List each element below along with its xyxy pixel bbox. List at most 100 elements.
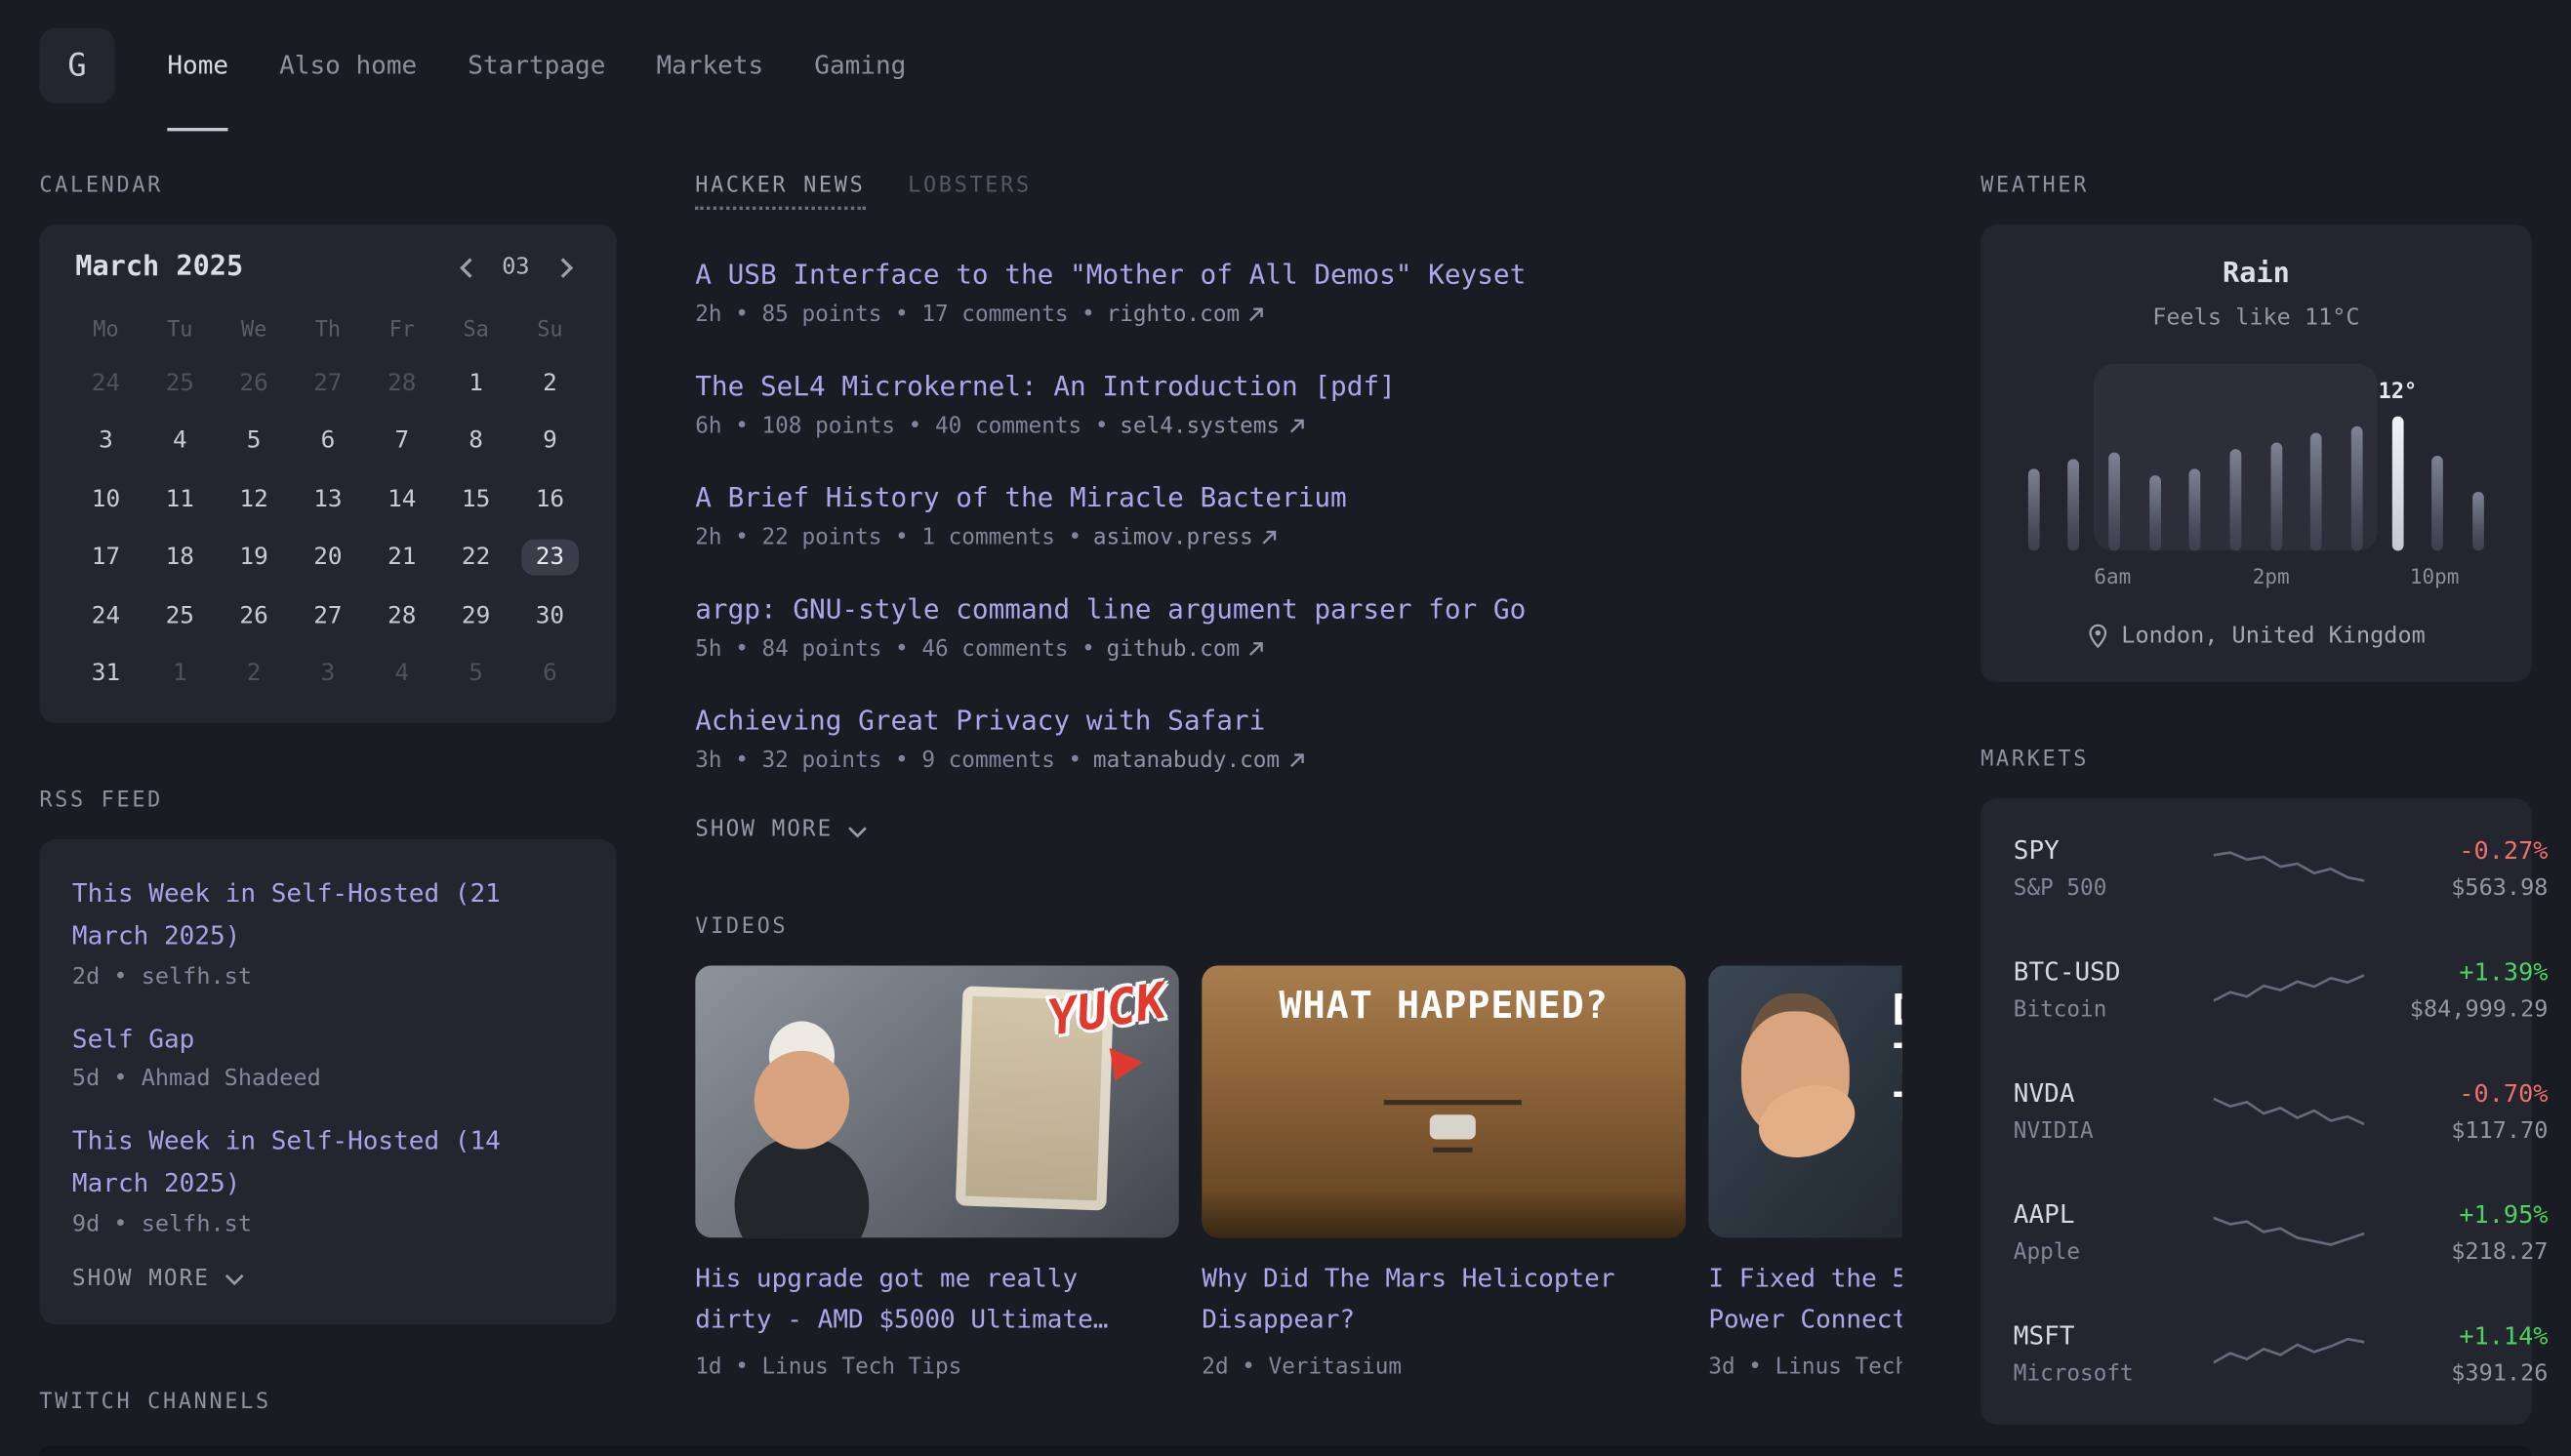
- news-item-domain[interactable]: sel4.systems: [1120, 413, 1304, 439]
- market-ticker[interactable]: NVDA: [2014, 1078, 2214, 1108]
- nav-link[interactable]: Home: [167, 0, 228, 131]
- calendar-day: 27: [291, 586, 365, 645]
- market-ticker[interactable]: BTC-USD: [2014, 957, 2214, 987]
- news-item: argp: GNU-style command line argument pa…: [695, 593, 1901, 663]
- news-item-title[interactable]: Achieving Great Privacy with Safari: [695, 705, 1901, 736]
- external-link-icon: [1261, 530, 1278, 546]
- market-change: -0.70%: [2364, 1078, 2548, 1108]
- news-item-domain[interactable]: matanabudy.com: [1093, 748, 1304, 774]
- market-symbol-block: MSFT Microsoft: [2014, 1321, 2214, 1387]
- calendar-day: 17: [69, 529, 143, 587]
- thumbnail-figure: [1202, 1192, 1686, 1237]
- weather-bar: [2014, 371, 2054, 551]
- news-item-title[interactable]: A Brief History of the Miracle Bacterium: [695, 482, 1901, 513]
- calendar-day: 15: [439, 470, 513, 529]
- video-thumbnail[interactable]: YUCK: [695, 965, 1179, 1237]
- weekday-label: Tu: [143, 306, 217, 354]
- market-ticker[interactable]: MSFT: [2014, 1321, 2214, 1351]
- rss-show-more-button[interactable]: SHOW MORE: [72, 1265, 584, 1291]
- rss-item-title[interactable]: This Week in Self-Hosted (21 March 2025): [72, 872, 531, 959]
- video-title[interactable]: Why Did The Mars Helicopter Disappear?: [1202, 1259, 1686, 1340]
- weekday-label: Su: [513, 306, 588, 354]
- bottom-widget-edge: [39, 1446, 2531, 1456]
- calendar-month-number: 03: [502, 254, 529, 280]
- news-show-more-button[interactable]: SHOW MORE: [695, 817, 1901, 843]
- market-values: -0.70% $117.70: [2364, 1078, 2548, 1144]
- weather-bar-fill: [2472, 492, 2484, 550]
- news-item-title[interactable]: A USB Interface to the "Mother of All De…: [695, 259, 1901, 290]
- news-item-domain[interactable]: righto.com: [1107, 302, 1265, 328]
- rss-list: This Week in Self-Hosted (21 March 2025)…: [72, 872, 584, 1237]
- news-item-meta: 6h • 108 points • 40 comments •: [695, 413, 1108, 439]
- news-item-domain-text: matanabudy.com: [1093, 748, 1280, 774]
- market-values: +1.39% $84,999.29: [2364, 957, 2548, 1023]
- news-item-meta-row: 5h • 84 points • 46 comments • github.co…: [695, 636, 1901, 663]
- thumbnail-text: DO TH T: [1892, 989, 1901, 1136]
- chevron-down-icon: [847, 826, 867, 837]
- calendar-day: 16: [513, 470, 588, 529]
- location-pin-icon: [2087, 623, 2108, 649]
- news-list: A USB Interface to the "Mother of All De…: [695, 259, 1901, 773]
- nav-link[interactable]: Also home: [279, 0, 417, 131]
- calendar-day: 25: [143, 354, 217, 413]
- rss-item-meta: 2d • selfh.st: [72, 963, 584, 990]
- video-thumbnail[interactable]: WHAT HAPPENED?: [1202, 965, 1686, 1237]
- weekday-label: Fr: [365, 306, 439, 354]
- calendar-day: 7: [365, 412, 439, 470]
- videos-section-title: VIDEOS: [695, 914, 1901, 939]
- news-item: The SeL4 Microkernel: An Introduction [p…: [695, 371, 1901, 440]
- calendar-controls: 03: [451, 253, 580, 282]
- rss-item: This Week in Self-Hosted (14 March 2025)…: [72, 1119, 584, 1236]
- news-item-title[interactable]: argp: GNU-style command line argument pa…: [695, 593, 1901, 625]
- markets-widget: SPY S&P 500 -0.27% $563.98 BTC-USD Bitco…: [1980, 798, 2531, 1425]
- market-row: AAPL Apple +1.95% $218.27: [2014, 1172, 2499, 1293]
- market-sparkline: [2214, 965, 2365, 1014]
- video-meta: 1d • Linus Tech Tips: [695, 1354, 1179, 1380]
- market-price: $117.70: [2364, 1118, 2548, 1145]
- market-symbol-block: AAPL Apple: [2014, 1200, 2214, 1266]
- news-item-meta: 5h • 84 points • 46 comments •: [695, 636, 1095, 663]
- market-ticker[interactable]: SPY: [2014, 836, 2214, 866]
- weather-bar-fill: [2108, 453, 2120, 551]
- video-title[interactable]: I Fixed the 5 Power Connect: [1708, 1259, 1901, 1340]
- markets-list: SPY S&P 500 -0.27% $563.98 BTC-USD Bitco…: [2014, 808, 2499, 1415]
- market-name: Microsoft: [2014, 1360, 2214, 1387]
- news-tab[interactable]: LOBSTERS: [908, 174, 1032, 210]
- weather-bar-fill: [2149, 475, 2161, 550]
- news-item-domain[interactable]: asimov.press: [1093, 525, 1278, 551]
- news-item-domain-text: github.com: [1107, 636, 1241, 663]
- news-item-title[interactable]: The SeL4 Microkernel: An Introduction [p…: [695, 371, 1901, 402]
- market-row: NVDA NVIDIA -0.70% $117.70: [2014, 1051, 2499, 1172]
- rss-item-title[interactable]: This Week in Self-Hosted (14 March 2025): [72, 1119, 531, 1206]
- market-symbol-block: BTC-USD Bitcoin: [2014, 957, 2214, 1023]
- nav-link[interactable]: Startpage: [468, 0, 605, 131]
- market-values: +1.14% $391.26: [2364, 1321, 2548, 1387]
- market-sparkline: [2214, 1208, 2365, 1257]
- market-price: $391.26: [2364, 1360, 2548, 1387]
- market-name: S&P 500: [2014, 875, 2214, 902]
- video-title[interactable]: His upgrade got me really dirty - AMD $5…: [695, 1259, 1179, 1340]
- weather-bar: [2337, 371, 2377, 551]
- rss-item-title[interactable]: Self Gap: [72, 1018, 531, 1061]
- news-tab[interactable]: HACKER NEWS: [695, 174, 865, 210]
- news-item-domain[interactable]: github.com: [1107, 636, 1265, 663]
- market-values: -0.27% $563.98: [2364, 836, 2548, 902]
- nav-link[interactable]: Gaming: [814, 0, 906, 131]
- top-nav: G Home Also home Startpage Markets Gaming: [0, 0, 2571, 131]
- video-thumbnail[interactable]: DO TH T: [1708, 965, 1901, 1237]
- dashboard: CALENDAR March 2025 03: [0, 131, 2571, 1424]
- left-column: CALENDAR March 2025 03: [39, 131, 616, 1414]
- rss-widget: This Week in Self-Hosted (21 March 2025)…: [39, 839, 616, 1324]
- calendar-day: 28: [365, 354, 439, 413]
- calendar-prev-icon[interactable]: [451, 253, 480, 282]
- app-logo[interactable]: G: [39, 28, 114, 103]
- weather-widget: Rain Feels like 11°C 12°: [1980, 224, 2531, 682]
- news-item-domain-text: righto.com: [1107, 302, 1241, 328]
- calendar-day: 9: [513, 412, 588, 470]
- calendar-next-icon[interactable]: [551, 253, 580, 282]
- nav-link[interactable]: Markets: [656, 0, 763, 131]
- weather-chart: 12°: [2014, 371, 2499, 551]
- app-window: G Home Also home Startpage Markets Gaming CA…: [0, 0, 2571, 1456]
- market-ticker[interactable]: AAPL: [2014, 1200, 2214, 1230]
- market-change: -0.27%: [2364, 836, 2548, 866]
